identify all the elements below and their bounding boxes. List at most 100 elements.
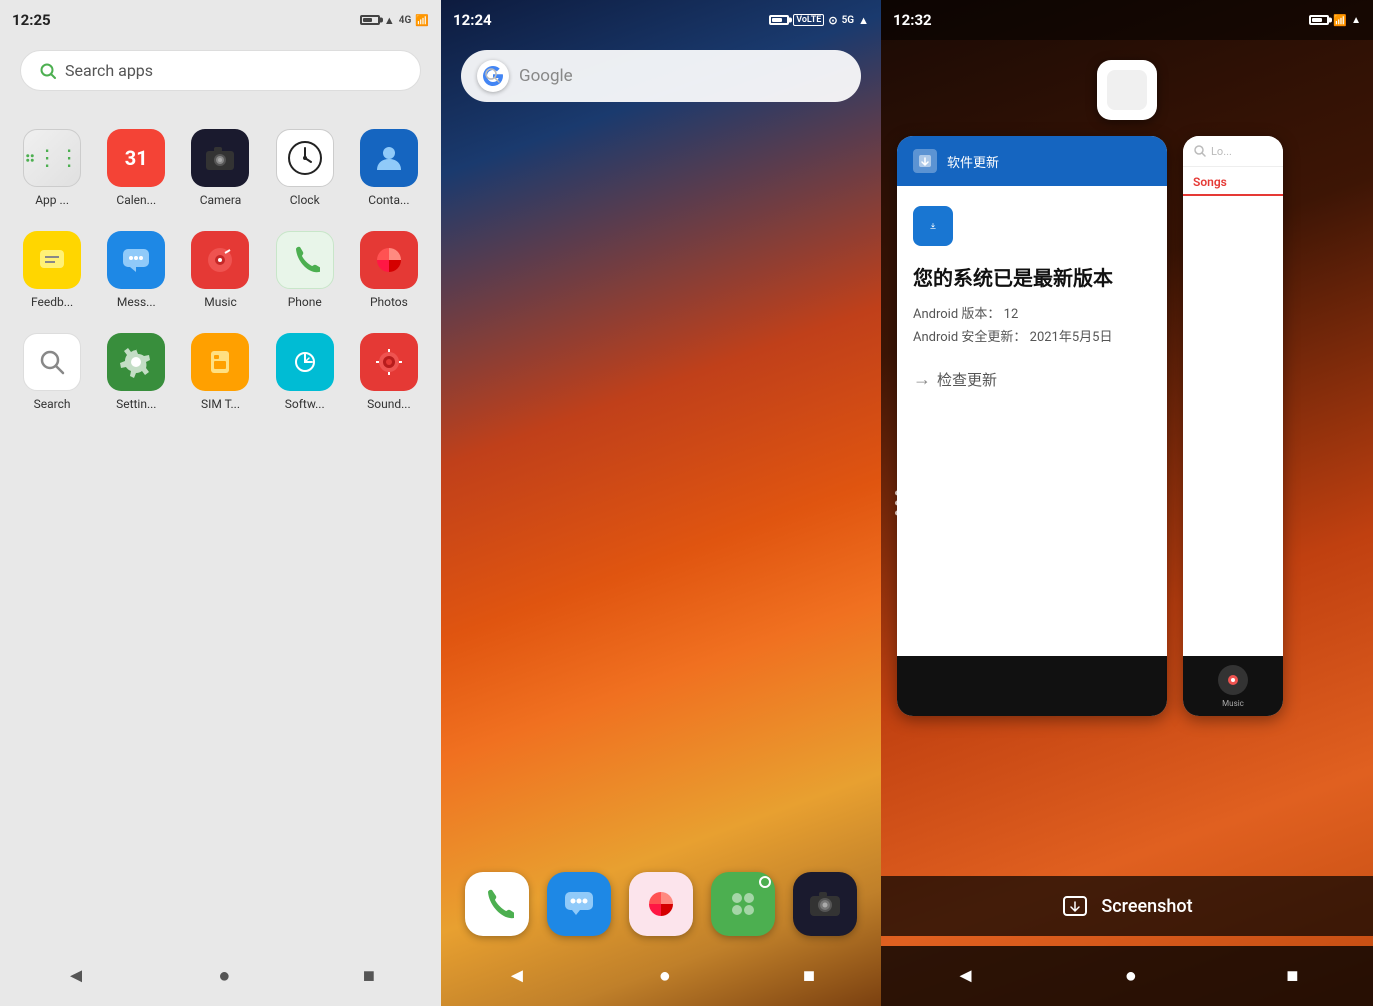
battery-icon	[360, 15, 380, 25]
back-button-panel2[interactable]: ◄	[497, 955, 537, 998]
signal-bars-p3: ▲	[1351, 15, 1361, 26]
app-item-clock[interactable]: Clock	[263, 117, 347, 219]
recents-button-panel3[interactable]: ■	[1276, 955, 1308, 998]
contacts-icon	[360, 129, 418, 187]
status-icons-panel3: 📶 ▲	[1309, 14, 1361, 27]
status-bar-panel2: 12:24 VoLTE ⊙ 5G ▲	[441, 0, 881, 40]
app-item-camera[interactable]: Camera	[178, 117, 262, 219]
feedback-svg	[36, 244, 68, 276]
recent-apps-panel: 12:32 📶 ▲ 软件更新	[881, 0, 1373, 1006]
recents-button-panel1[interactable]: ■	[353, 955, 385, 998]
messages-svg	[120, 244, 152, 276]
apps-grid: App ... 31 Calen... Camera	[0, 107, 441, 433]
search-app-svg	[36, 346, 68, 378]
app-item-software[interactable]: Softw...	[263, 321, 347, 423]
music-svg	[204, 244, 236, 276]
wifi-icon-p3: 📶	[1333, 14, 1347, 27]
dock-messages[interactable]	[547, 872, 611, 936]
card-tab[interactable]: Songs	[1183, 167, 1283, 196]
battery-icon-p3	[1309, 15, 1329, 25]
app-item-sound[interactable]: Sound...	[347, 321, 431, 423]
back-button-panel1[interactable]: ◄	[56, 955, 96, 998]
app-item-calendar[interactable]: 31 Calen...	[94, 117, 178, 219]
sound-icon	[360, 333, 418, 391]
dock-photos-svg	[644, 887, 678, 921]
back-button-panel3[interactable]: ◄	[946, 955, 986, 998]
dock-camera[interactable]	[793, 872, 857, 936]
camera-label: Camera	[200, 193, 242, 207]
network-icon: 4G	[399, 15, 412, 26]
home-button-panel2[interactable]: ●	[649, 955, 681, 998]
phone-svg	[290, 245, 320, 275]
app-item-search[interactable]: Search	[10, 321, 94, 423]
simt-icon	[191, 333, 249, 391]
photos-label: Photos	[370, 295, 408, 309]
card-body-software: 您的系统已是最新版本 Android 版本： 12 Android 安全更新： …	[897, 186, 1167, 656]
app-item-appvault[interactable]: App ...	[10, 117, 94, 219]
music-icon	[191, 231, 249, 289]
time-panel2: 12:24	[453, 11, 492, 29]
card-search-partial: Lo...	[1183, 136, 1283, 167]
photos-icon	[360, 231, 418, 289]
search-bar-container: Search apps	[0, 40, 441, 107]
google-logo-svg	[481, 64, 505, 88]
appvault-icon	[23, 129, 81, 187]
menu-dot3	[895, 511, 900, 516]
card-title: 您的系统已是最新版本	[913, 262, 1151, 291]
security-update: Android 安全更新： 2021年5月5日	[913, 326, 1151, 345]
partial-search-icon	[1193, 144, 1207, 158]
music-label: Music	[204, 295, 236, 309]
app-item-photos[interactable]: Photos	[347, 219, 431, 321]
battery-icon-p2	[769, 15, 789, 25]
dock-photos[interactable]	[629, 872, 693, 936]
three-dot-menu[interactable]	[895, 491, 900, 516]
settings-svg	[120, 346, 152, 378]
time-panel1: 12:25	[12, 11, 51, 29]
screenshot-bar[interactable]: Screenshot	[881, 876, 1373, 936]
homescreen-background	[441, 0, 881, 1006]
screenshot-icon	[1061, 892, 1089, 920]
software-update-header-icon	[917, 153, 933, 169]
bottom-nav-panel1: ◄ ● ■	[0, 946, 441, 1006]
wifi-icon-p2: ⊙	[828, 14, 837, 27]
download-icon	[929, 214, 937, 238]
bottom-nav-panel2: ◄ ● ■	[441, 946, 881, 1006]
software-label: Softw...	[285, 397, 325, 411]
focused-app-icon-bg	[1107, 70, 1147, 110]
app-item-messages[interactable]: Mess...	[94, 219, 178, 321]
app-item-phone[interactable]: Phone	[263, 219, 347, 321]
feedback-icon	[23, 231, 81, 289]
dock-appvault[interactable]	[711, 872, 775, 936]
android-version: Android 版本： 12	[913, 303, 1151, 322]
recents-button-panel2[interactable]: ■	[793, 955, 825, 998]
settings-icon	[107, 333, 165, 391]
partial-search-text: Lo...	[1211, 145, 1232, 158]
sound-label: Sound...	[367, 397, 410, 411]
photos-svg	[373, 244, 405, 276]
recent-card-music-partial[interactable]: Lo... Songs Music	[1183, 136, 1283, 716]
calendar-icon: 31	[107, 129, 165, 187]
app-item-contacts[interactable]: Conta...	[347, 117, 431, 219]
home-button-panel3[interactable]: ●	[1115, 955, 1147, 998]
app-item-music[interactable]: Music	[178, 219, 262, 321]
simt-svg	[205, 347, 235, 377]
app-item-simt[interactable]: SIM T...	[178, 321, 262, 423]
recent-card-software-update[interactable]: 软件更新 您的系统已是最新版本 Android 版本： 12 Android 安…	[897, 136, 1167, 716]
calendar-label: Calen...	[116, 193, 156, 207]
clock-label: Clock	[290, 193, 320, 207]
google-search-bar[interactable]: Google	[461, 50, 861, 102]
app-search-bar[interactable]: Search apps	[20, 50, 421, 91]
status-icons-panel1: ▲ 4G 📶	[360, 14, 429, 27]
arrow-icon: →	[913, 369, 931, 390]
check-update-link[interactable]: → 检查更新	[913, 369, 1151, 390]
home-button-panel1[interactable]: ●	[208, 955, 240, 998]
app-item-settings[interactable]: Settin...	[94, 321, 178, 423]
menu-dot2	[895, 501, 900, 506]
search-apps-label: Search apps	[65, 61, 153, 80]
status-icons-panel2: VoLTE ⊙ 5G ▲	[769, 14, 869, 27]
app-item-feedback[interactable]: Feedb...	[10, 219, 94, 321]
signal-bars-p2: ▲	[858, 14, 869, 27]
phone-label: Phone	[288, 295, 322, 309]
dock-messages-svg	[562, 887, 596, 921]
dock-phone[interactable]	[465, 872, 529, 936]
